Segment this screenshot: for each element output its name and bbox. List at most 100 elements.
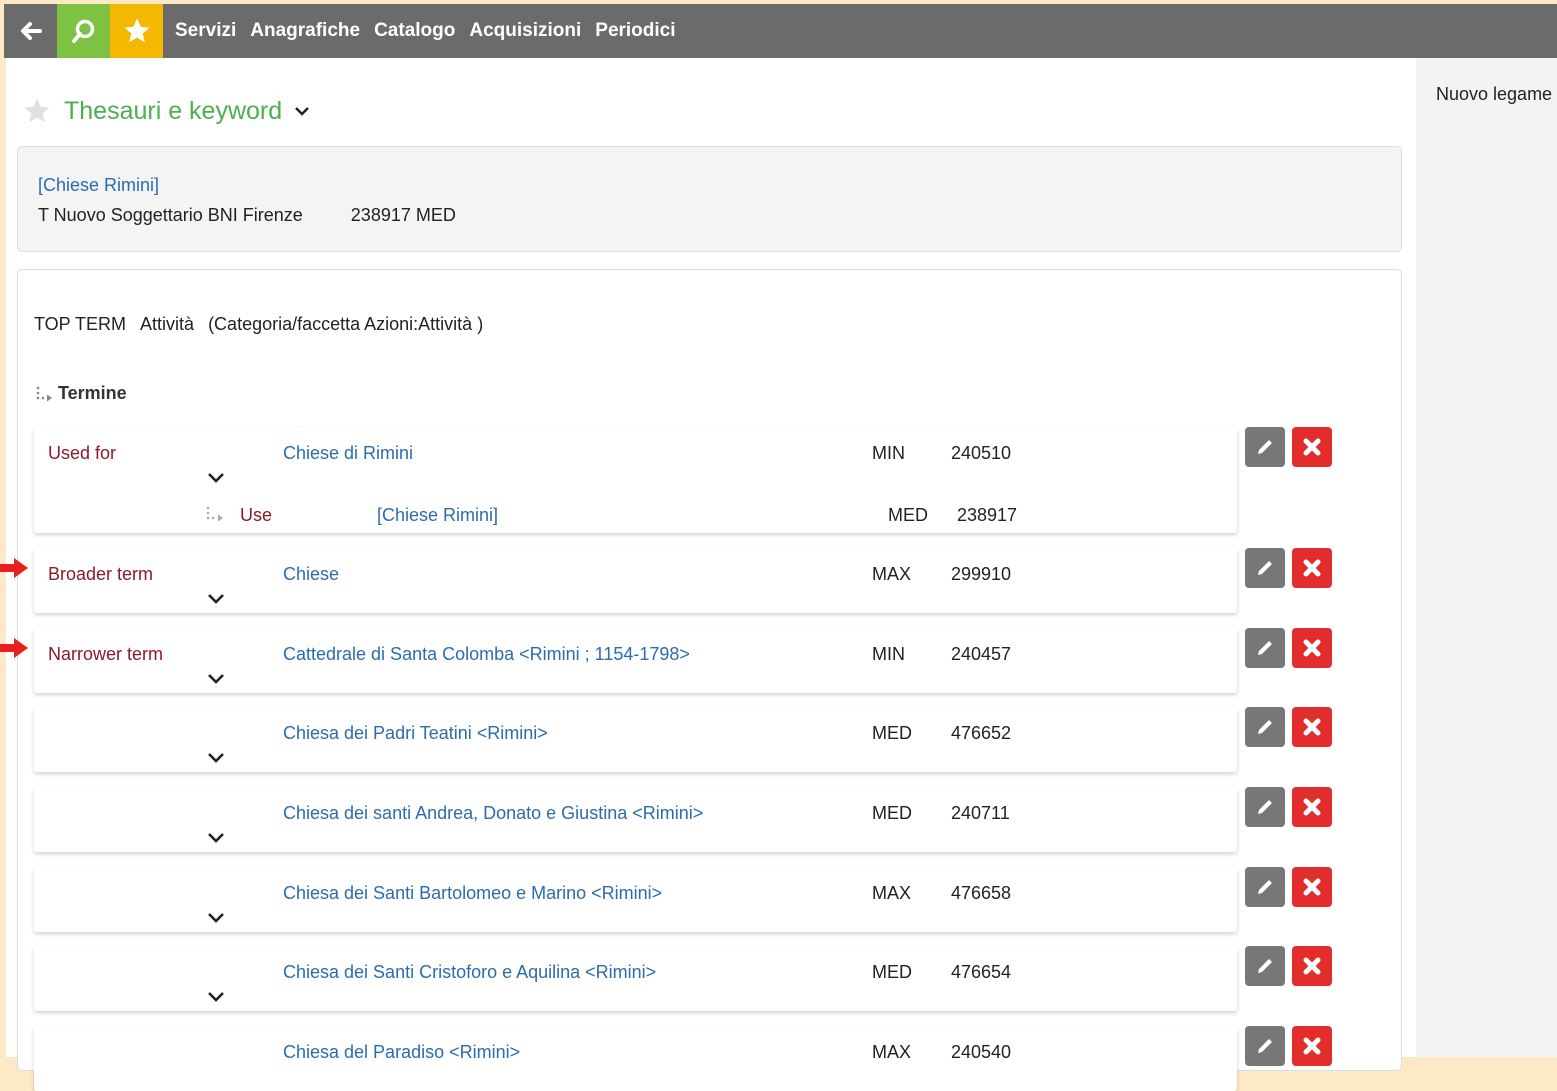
back-button[interactable] bbox=[4, 4, 57, 58]
use-term-level: MED bbox=[888, 505, 928, 525]
delete-button[interactable] bbox=[1292, 628, 1332, 668]
chevron-down-icon[interactable] bbox=[206, 911, 226, 925]
pencil-icon bbox=[1258, 561, 1272, 575]
page-title: Thesauri e keyword bbox=[64, 96, 283, 125]
close-icon bbox=[1303, 438, 1321, 456]
use-term-link[interactable]: [Chiese Rimini] bbox=[377, 505, 498, 526]
menu-acquisizioni[interactable]: Acquisizioni bbox=[469, 20, 581, 42]
edit-button[interactable] bbox=[1245, 867, 1285, 907]
chevron-down-icon[interactable] bbox=[206, 831, 226, 845]
row-actions bbox=[1245, 1026, 1332, 1066]
search-button[interactable] bbox=[57, 4, 110, 58]
term-code-level: 238917 MED bbox=[350, 205, 456, 225]
main-menu: Servizi Anagrafiche Catalogo Acquisizion… bbox=[175, 20, 690, 42]
main-content: Nuovo legame Thesauri e keyword [Chiese … bbox=[6, 58, 1557, 1091]
pencil-icon bbox=[1258, 800, 1272, 814]
term-link[interactable]: Cattedrale di Santa Colomba <Rimini ; 11… bbox=[283, 644, 690, 665]
term-level: MAX bbox=[872, 564, 912, 584]
term-link[interactable]: Chiesa dei Santi Bartolomeo e Marino <Ri… bbox=[283, 883, 662, 904]
term-title-link[interactable]: [Chiese Rimini] bbox=[38, 175, 159, 196]
relation-label: Broader term bbox=[48, 564, 154, 584]
favorites-button[interactable] bbox=[110, 4, 163, 58]
term-code: 476654 bbox=[951, 962, 1012, 982]
row-actions bbox=[1245, 548, 1332, 588]
term-level: MED bbox=[872, 962, 912, 982]
favorite-star-icon[interactable] bbox=[22, 96, 52, 126]
termine-label: Termine bbox=[58, 383, 127, 403]
top-term-category: (Categoria/faccetta Azioni:Attività ) bbox=[208, 314, 484, 334]
search-icon bbox=[71, 19, 94, 43]
edit-button[interactable] bbox=[1245, 548, 1285, 588]
edit-button[interactable] bbox=[1245, 427, 1285, 467]
menu-servizi[interactable]: Servizi bbox=[175, 20, 236, 42]
relation-row: Narrower term Cattedrale di Santa Colomb… bbox=[34, 628, 1237, 693]
pencil-icon bbox=[1258, 1039, 1272, 1053]
close-icon bbox=[1303, 957, 1321, 975]
term-level: MIN bbox=[872, 644, 905, 664]
term-code: 240457 bbox=[951, 644, 1012, 664]
term-link[interactable]: Chiesa dei Santi Cristoforo e Aquilina <… bbox=[283, 962, 656, 983]
menu-periodici[interactable]: Periodici bbox=[595, 20, 675, 42]
new-link-label[interactable]: Nuovo legame bbox=[1436, 84, 1552, 105]
term-level: MAX bbox=[872, 1042, 912, 1062]
term-level: MED bbox=[872, 803, 912, 823]
delete-button[interactable] bbox=[1292, 548, 1332, 588]
edit-button[interactable] bbox=[1245, 707, 1285, 747]
term-link[interactable]: Chiesa del Paradiso <Rimini> bbox=[283, 1042, 520, 1063]
pencil-icon bbox=[1258, 880, 1272, 894]
close-icon bbox=[1303, 878, 1321, 896]
chevron-down-icon[interactable] bbox=[206, 672, 226, 686]
top-term-line: TOP TERM Attività (Categoria/faccetta Az… bbox=[34, 314, 497, 335]
term-summary-line: T Nuovo Soggettario BNI Firenze 238917 M… bbox=[38, 205, 504, 226]
use-relation-label: Use bbox=[240, 505, 273, 525]
close-icon bbox=[1303, 1037, 1321, 1055]
relation-row: Chiesa dei Padri Teatini <Rimini> MED 47… bbox=[34, 707, 1237, 772]
close-icon bbox=[1303, 798, 1321, 816]
tree-branch-icon bbox=[206, 506, 223, 522]
use-term-code: 238917 bbox=[957, 505, 1018, 525]
term-link[interactable]: Chiese di Rimini bbox=[283, 443, 413, 464]
relation-row: Broader term Chiese MAX 299910 bbox=[34, 548, 1237, 613]
chevron-down-icon[interactable] bbox=[206, 751, 226, 765]
term-code: 476658 bbox=[951, 883, 1012, 903]
pencil-icon bbox=[1258, 959, 1272, 973]
delete-button[interactable] bbox=[1292, 427, 1332, 467]
delete-button[interactable] bbox=[1292, 867, 1332, 907]
relations-card: TOP TERM Attività (Categoria/faccetta Az… bbox=[17, 269, 1402, 1091]
menu-anagrafiche[interactable]: Anagrafiche bbox=[250, 20, 360, 42]
term-code: 476652 bbox=[951, 723, 1012, 743]
term-level: MED bbox=[872, 723, 912, 743]
edit-button[interactable] bbox=[1245, 787, 1285, 827]
term-link[interactable]: Chiesa dei santi Andrea, Donato e Giusti… bbox=[283, 803, 703, 824]
chevron-down-icon[interactable] bbox=[206, 990, 226, 1004]
delete-button[interactable] bbox=[1292, 946, 1332, 986]
term-code: 299910 bbox=[951, 564, 1012, 584]
delete-button[interactable] bbox=[1292, 707, 1332, 747]
pencil-icon bbox=[1258, 440, 1272, 454]
row-actions bbox=[1245, 867, 1332, 907]
term-level: MAX bbox=[872, 883, 912, 903]
relation-row: Chiesa dei Santi Bartolomeo e Marino <Ri… bbox=[34, 867, 1237, 932]
term-link[interactable]: Chiesa dei Padri Teatini <Rimini> bbox=[283, 723, 548, 744]
edit-button[interactable] bbox=[1245, 946, 1285, 986]
right-panel: Nuovo legame bbox=[1416, 58, 1557, 1057]
relation-label: Used for bbox=[48, 443, 117, 463]
row-actions bbox=[1245, 946, 1332, 986]
edit-button[interactable] bbox=[1245, 1026, 1285, 1066]
menu-catalogo[interactable]: Catalogo bbox=[374, 20, 455, 42]
chevron-down-icon[interactable] bbox=[294, 105, 310, 117]
termine-header: Termine bbox=[34, 383, 127, 404]
edit-button[interactable] bbox=[1245, 628, 1285, 668]
relation-row: Chiesa dei Santi Cristoforo e Aquilina <… bbox=[34, 946, 1237, 1011]
tree-branch-icon bbox=[36, 386, 52, 401]
term-code: 240540 bbox=[951, 1042, 1012, 1062]
term-code: 240711 bbox=[951, 803, 1010, 823]
term-summary-card: [Chiese Rimini] T Nuovo Soggettario BNI … bbox=[17, 146, 1402, 252]
star-icon bbox=[124, 18, 149, 43]
term-link[interactable]: Chiese bbox=[283, 564, 339, 585]
term-level: MIN bbox=[872, 443, 905, 463]
delete-button[interactable] bbox=[1292, 787, 1332, 827]
chevron-down-icon[interactable] bbox=[206, 592, 226, 606]
chevron-down-icon[interactable] bbox=[206, 471, 226, 485]
delete-button[interactable] bbox=[1292, 1026, 1332, 1066]
